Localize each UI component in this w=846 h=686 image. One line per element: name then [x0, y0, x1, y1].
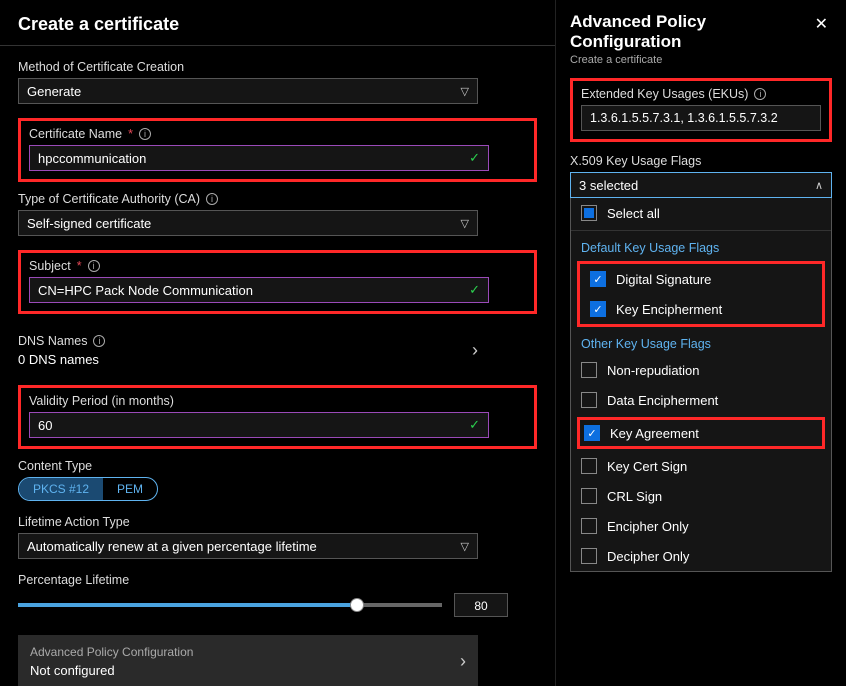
- slider-thumb[interactable]: [350, 598, 364, 612]
- chevron-down-icon: ▽: [461, 85, 469, 98]
- right-form: Extended Key Usages (EKUs) i 1.3.6.1.5.5…: [556, 74, 846, 576]
- dd-select-all[interactable]: Select all: [571, 198, 831, 228]
- info-icon[interactable]: i: [88, 260, 100, 272]
- highlight-key-agreement: ✓ Key Agreement: [577, 417, 825, 449]
- dd-data-encipherment[interactable]: Data Encipherment: [571, 385, 831, 415]
- dd-section-default: Default Key Usage Flags: [571, 233, 831, 259]
- validity-label: Validity Period (in months): [29, 394, 526, 408]
- checkbox-icon[interactable]: [581, 458, 597, 474]
- lifetime-action-label: Lifetime Action Type: [18, 515, 537, 529]
- cert-name-input[interactable]: hpccommunication ✓: [29, 145, 489, 171]
- check-icon: ✓: [469, 282, 480, 298]
- checkbox-checked-icon[interactable]: ✓: [590, 301, 606, 317]
- right-header: Advanced Policy Configuration Create a c…: [556, 0, 846, 74]
- checkbox-icon[interactable]: [581, 362, 597, 378]
- page-title: Create a certificate: [18, 14, 537, 35]
- field-method: Method of Certificate Creation Generate …: [18, 60, 537, 104]
- eku-label: Extended Key Usages (EKUs) i: [581, 87, 821, 101]
- checkbox-checked-icon[interactable]: ✓: [590, 271, 606, 287]
- dns-label: DNS Names i: [18, 334, 105, 348]
- dd-key-cert-sign[interactable]: Key Cert Sign: [571, 451, 831, 481]
- info-icon[interactable]: i: [754, 88, 766, 100]
- highlight-cert-name: Certificate Name* i hpccommunication ✓: [18, 118, 537, 182]
- adv-value: Not configured: [30, 663, 193, 678]
- info-icon[interactable]: i: [206, 193, 218, 205]
- validity-input[interactable]: 60 ✓: [29, 412, 489, 438]
- lifetime-action-select[interactable]: Automatically renew at a given percentag…: [18, 533, 478, 559]
- method-select[interactable]: Generate ▽: [18, 78, 478, 104]
- field-ca: Type of Certificate Authority (CA) i Sel…: [18, 192, 537, 236]
- highlight-subject: Subject* i CN=HPC Pack Node Communicatio…: [18, 250, 537, 314]
- ca-select[interactable]: Self-signed certificate ▽: [18, 210, 478, 236]
- checkbox-icon[interactable]: [581, 392, 597, 408]
- checkbox-checked-icon[interactable]: ✓: [584, 425, 600, 441]
- dd-decipher-only[interactable]: Decipher Only: [571, 541, 831, 571]
- chevron-right-icon: ›: [472, 340, 478, 361]
- dns-value: 0 DNS names: [18, 352, 105, 367]
- dns-row[interactable]: DNS Names i 0 DNS names ›: [18, 324, 478, 371]
- cert-name-label: Certificate Name* i: [29, 127, 526, 141]
- eku-input[interactable]: 1.3.6.1.5.5.7.3.1, 1.3.6.1.5.5.7.3.2: [581, 105, 821, 131]
- info-icon[interactable]: i: [93, 335, 105, 347]
- chevron-down-icon: ▽: [461, 217, 469, 230]
- field-dns: DNS Names i 0 DNS names ›: [18, 324, 537, 371]
- content-type-toggle[interactable]: PKCS #12 PEM: [18, 477, 158, 501]
- x509-label: X.509 Key Usage Flags: [570, 154, 832, 168]
- close-icon[interactable]: ✕: [811, 12, 832, 36]
- x509-dropdown: Select all Default Key Usage Flags ✓ Dig…: [570, 198, 832, 572]
- pill-pem[interactable]: PEM: [103, 478, 157, 500]
- left-form: Method of Certificate Creation Generate …: [0, 46, 555, 686]
- field-pct-lifetime: Percentage Lifetime 80: [18, 573, 537, 617]
- chevron-right-icon: ›: [460, 651, 466, 672]
- dd-key-agreement[interactable]: ✓ Key Agreement: [580, 420, 822, 446]
- dd-crl-sign[interactable]: CRL Sign: [571, 481, 831, 511]
- check-icon: ✓: [469, 417, 480, 433]
- dd-key-encipherment[interactable]: ✓ Key Encipherment: [580, 294, 822, 324]
- right-title: Advanced Policy Configuration: [570, 12, 811, 52]
- subject-input[interactable]: CN=HPC Pack Node Communication ✓: [29, 277, 489, 303]
- pct-slider[interactable]: [18, 603, 442, 607]
- chevron-down-icon: ▽: [461, 540, 469, 553]
- create-certificate-pane: Create a certificate Method of Certifica…: [0, 0, 555, 686]
- dd-section-other: Other Key Usage Flags: [571, 329, 831, 355]
- pct-value-input[interactable]: 80: [454, 593, 508, 617]
- check-icon: ✓: [469, 150, 480, 166]
- checkbox-icon[interactable]: [581, 548, 597, 564]
- adv-label: Advanced Policy Configuration: [30, 645, 193, 659]
- x509-select[interactable]: 3 selected ∧: [570, 172, 832, 198]
- left-header: Create a certificate: [0, 0, 555, 46]
- highlight-default-flags: ✓ Digital Signature ✓ Key Encipherment: [577, 261, 825, 327]
- chevron-up-icon: ∧: [815, 179, 823, 192]
- checkbox-icon[interactable]: [581, 488, 597, 504]
- highlight-validity: Validity Period (in months) 60 ✓: [18, 385, 537, 449]
- advanced-policy-row[interactable]: Advanced Policy Configuration Not config…: [18, 635, 478, 686]
- ca-label: Type of Certificate Authority (CA) i: [18, 192, 537, 206]
- checkbox-indeterminate-icon[interactable]: [581, 205, 597, 221]
- content-type-label: Content Type: [18, 459, 537, 473]
- pill-pkcs12[interactable]: PKCS #12: [19, 478, 103, 500]
- method-label: Method of Certificate Creation: [18, 60, 537, 74]
- field-content-type: Content Type PKCS #12 PEM: [18, 459, 537, 501]
- right-subtitle: Create a certificate: [570, 54, 811, 66]
- highlight-eku: Extended Key Usages (EKUs) i 1.3.6.1.5.5…: [570, 78, 832, 142]
- dd-digital-signature[interactable]: ✓ Digital Signature: [580, 264, 822, 294]
- dd-encipher-only[interactable]: Encipher Only: [571, 511, 831, 541]
- info-icon[interactable]: i: [139, 128, 151, 140]
- field-lifetime-action: Lifetime Action Type Automatically renew…: [18, 515, 537, 559]
- pct-label: Percentage Lifetime: [18, 573, 537, 587]
- advanced-policy-pane: Advanced Policy Configuration Create a c…: [555, 0, 846, 686]
- checkbox-icon[interactable]: [581, 518, 597, 534]
- subject-label: Subject* i: [29, 259, 526, 273]
- dd-non-repudiation[interactable]: Non-repudiation: [571, 355, 831, 385]
